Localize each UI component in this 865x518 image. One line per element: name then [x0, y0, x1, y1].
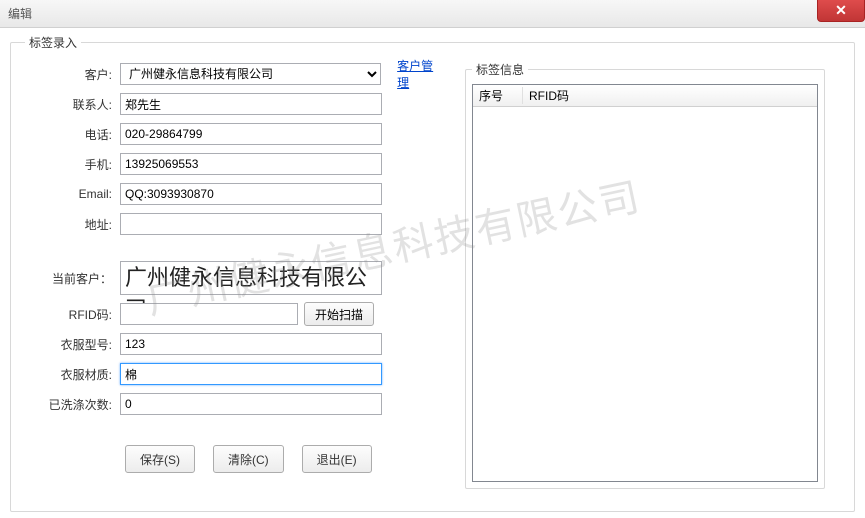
window-title: 编辑 [8, 5, 32, 22]
mobile-input[interactable] [120, 153, 382, 175]
tag-table[interactable]: 序号 RFID码 [472, 84, 818, 482]
entry-legend: 标签录入 [25, 34, 81, 51]
customer-select[interactable]: 广州健永信息科技有限公司 [120, 63, 381, 85]
col-rfid: RFID码 [523, 87, 817, 104]
col-seq: 序号 [473, 87, 523, 104]
row-model: 衣服型号: [25, 331, 445, 357]
tag-table-header: 序号 RFID码 [473, 85, 817, 107]
scan-button[interactable]: 开始扫描 [304, 302, 374, 326]
taginfo-fieldset: 标签信息 序号 RFID码 [465, 61, 825, 489]
wash-count-label: 已洗涤次数: [25, 396, 120, 413]
close-button[interactable]: ✕ [817, 0, 865, 22]
save-button[interactable]: 保存(S) [125, 445, 195, 473]
row-customer: 客户: 广州健永信息科技有限公司 客户管理 [25, 61, 445, 87]
address-input[interactable] [120, 213, 382, 235]
close-icon: ✕ [835, 2, 847, 19]
model-input[interactable] [120, 333, 382, 355]
row-current-customer: 当前客户： 广州健永信息科技有限公司 [25, 259, 445, 297]
mobile-label: 手机: [25, 156, 120, 173]
customer-manage-link[interactable]: 客户管理 [397, 57, 445, 91]
email-input[interactable] [120, 183, 382, 205]
address-label: 地址: [25, 216, 120, 233]
contact-input[interactable] [120, 93, 382, 115]
clear-button[interactable]: 清除(C) [213, 445, 284, 473]
content-area: 标签录入 客户: 广州健永信息科技有限公司 客户管理 联系人: 电话: [0, 28, 865, 518]
current-customer-label: 当前客户： [25, 270, 120, 287]
row-address: 地址: [25, 211, 445, 237]
titlebar: 编辑 ✕ [0, 0, 865, 28]
phone-input[interactable] [120, 123, 382, 145]
wash-count-input[interactable] [120, 393, 382, 415]
customer-label: 客户: [25, 66, 120, 83]
rfid-label: RFID码: [25, 306, 120, 323]
row-phone: 电话: [25, 121, 445, 147]
row-wash-count: 已洗涤次数: [25, 391, 445, 417]
current-customer-display: 广州健永信息科技有限公司 [120, 261, 382, 295]
phone-label: 电话: [25, 126, 120, 143]
material-label: 衣服材质: [25, 366, 120, 383]
row-material: 衣服材质: [25, 361, 445, 387]
right-panel: 标签信息 序号 RFID码 [465, 61, 825, 489]
exit-button[interactable]: 退出(E) [302, 445, 372, 473]
taginfo-legend: 标签信息 [472, 61, 528, 78]
contact-label: 联系人: [25, 96, 120, 113]
row-mobile: 手机: [25, 151, 445, 177]
entry-fieldset: 标签录入 客户: 广州健永信息科技有限公司 客户管理 联系人: 电话: [10, 34, 855, 512]
email-label: Email: [25, 187, 120, 201]
model-label: 衣服型号: [25, 336, 120, 353]
form-area: 客户: 广州健永信息科技有限公司 客户管理 联系人: 电话: [25, 61, 445, 473]
material-input[interactable] [120, 363, 382, 385]
row-rfid: RFID码: 开始扫描 [25, 301, 445, 327]
row-email: Email: [25, 181, 445, 207]
row-contact: 联系人: [25, 91, 445, 117]
button-row: 保存(S) 清除(C) 退出(E) [25, 445, 445, 473]
rfid-input[interactable] [120, 303, 298, 325]
